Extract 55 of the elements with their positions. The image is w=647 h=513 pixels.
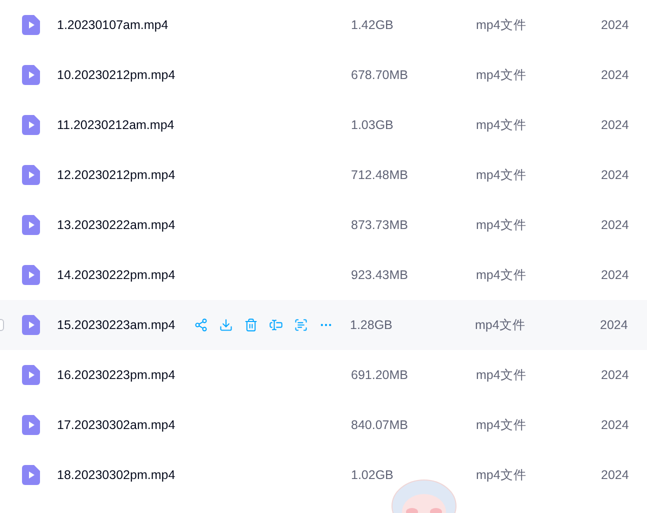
file-type: mp4文件	[476, 366, 528, 384]
file-name[interactable]: 16.20230223pm.mp4	[57, 368, 351, 382]
modified-date: 2024	[601, 218, 629, 232]
file-type: mp4文件	[476, 416, 528, 434]
rename-icon[interactable]	[268, 318, 283, 332]
modified-date: 2024	[601, 68, 629, 82]
download-icon[interactable]	[218, 318, 233, 332]
video-file-icon	[22, 65, 40, 85]
share-icon[interactable]	[193, 318, 208, 332]
file-size: 1.03GB	[351, 118, 394, 132]
file-size: 678.70MB	[351, 68, 409, 82]
file-type: mp4文件	[476, 466, 528, 484]
modified-date: 2024	[601, 118, 629, 132]
file-name[interactable]: 1.20230107am.mp4	[57, 18, 351, 32]
modified-date: 2024	[601, 18, 629, 32]
file-name[interactable]: 13.20230222am.mp4	[57, 218, 351, 232]
video-file-icon	[22, 365, 40, 385]
video-file-icon	[22, 415, 40, 435]
modified-date: 2024	[601, 468, 629, 482]
file-type: mp4文件	[476, 116, 528, 134]
file-name[interactable]: 15.20230223am.mp4	[57, 318, 193, 332]
file-name[interactable]: 18.20230302pm.mp4	[57, 468, 351, 482]
file-name[interactable]: 10.20230212pm.mp4	[57, 68, 351, 82]
video-file-icon	[22, 315, 40, 335]
file-size: 1.28GB	[350, 318, 394, 332]
delete-icon[interactable]	[243, 318, 258, 332]
modified-date: 2024	[601, 168, 629, 182]
modified-date: 2024	[601, 418, 629, 432]
video-file-icon	[22, 465, 40, 485]
video-file-icon	[22, 265, 40, 285]
file-type: mp4文件	[476, 266, 528, 284]
file-type: mp4文件	[476, 166, 528, 184]
file-size: 923.43MB	[351, 268, 409, 282]
file-type: mp4文件	[476, 16, 528, 34]
file-row[interactable]: 15.20230223am.mp4 1.28GB mp4文件 2024	[0, 300, 647, 350]
video-file-icon	[22, 15, 40, 35]
file-name[interactable]: 11.20230212am.mp4	[57, 118, 351, 132]
file-name[interactable]: 17.20230302am.mp4	[57, 418, 351, 432]
file-size: 712.48MB	[351, 168, 409, 182]
modified-date: 2024	[601, 268, 629, 282]
file-type: mp4文件	[476, 216, 528, 234]
video-file-icon	[22, 215, 40, 235]
video-file-icon	[22, 165, 40, 185]
video-file-icon	[22, 115, 40, 135]
modified-date: 2024	[600, 318, 628, 332]
file-type: mp4文件	[475, 316, 526, 334]
file-name[interactable]: 12.20230212pm.mp4	[57, 168, 351, 182]
file-size: 691.20MB	[351, 368, 409, 382]
file-size: 873.73MB	[351, 218, 409, 232]
file-size: 1.42GB	[351, 18, 394, 32]
file-size: 840.07MB	[351, 418, 409, 432]
modified-date: 2024	[601, 368, 629, 382]
file-name[interactable]: 14.20230222pm.mp4	[57, 268, 351, 282]
file-type: mp4文件	[476, 66, 528, 84]
file-size: 1.02GB	[351, 468, 394, 482]
